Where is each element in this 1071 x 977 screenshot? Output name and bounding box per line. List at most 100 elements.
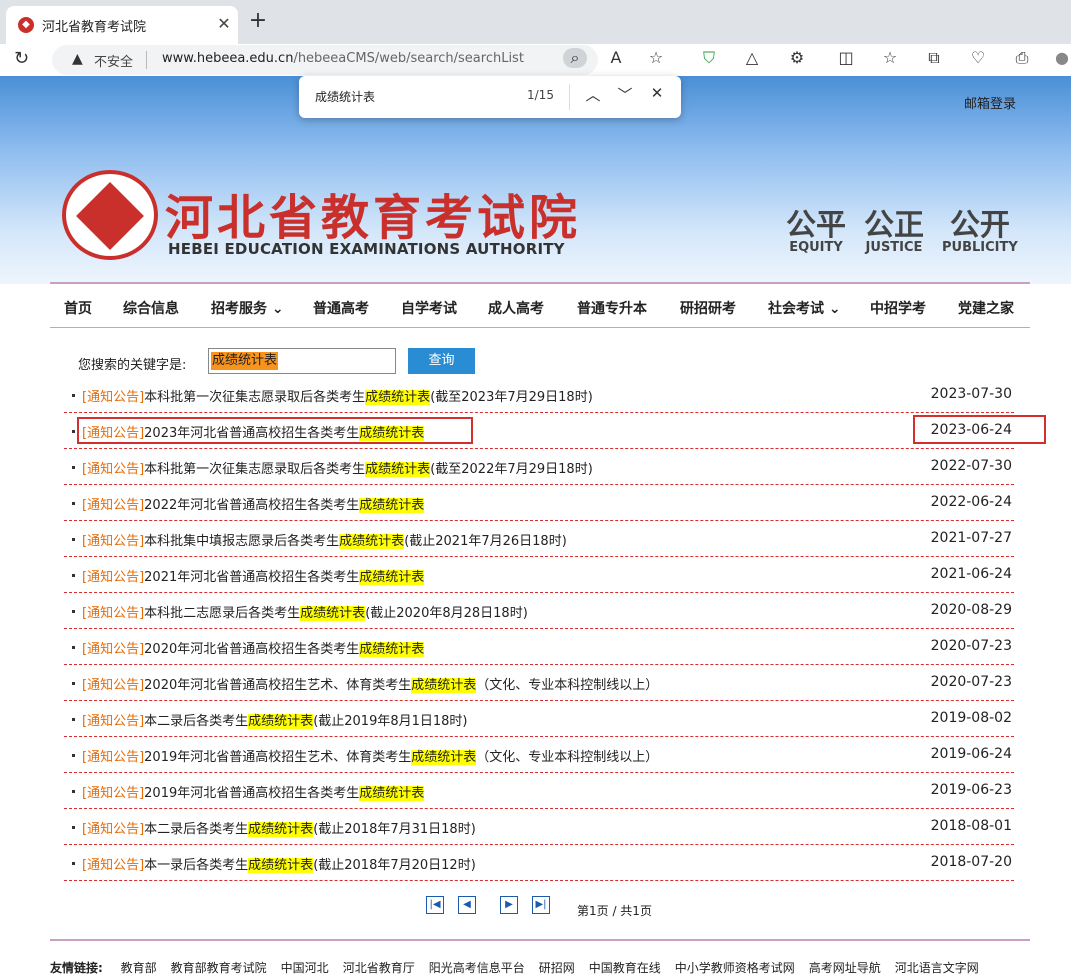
result-title-highlight: 成绩统计表 <box>359 786 425 801</box>
profile-avatar-icon[interactable]: ● <box>1050 48 1071 67</box>
shield-icon[interactable]: ⛉ <box>697 48 721 68</box>
nav-item-gaokao[interactable]: 普通高考 <box>313 298 369 318</box>
result-link[interactable]: [通知公告]2020年河北省普通高校招生艺术、体育类考生成绩统计表（文化、专业本… <box>82 674 658 693</box>
friend-link[interactable]: 河北语言文字网 <box>895 961 979 975</box>
result-link[interactable]: [通知公告]本二录后各类考生成绩统计表(截止2019年8月1日18时) <box>82 710 468 729</box>
reload-icon[interactable]: ↻ <box>14 48 29 69</box>
friend-link[interactable]: 教育部教育考试院 <box>171 961 267 975</box>
result-link[interactable]: [通知公告]本科批第一次征集志愿录取后各类考生成绩统计表(截至2023年7月29… <box>82 386 593 405</box>
result-row: [通知公告]本科批第一次征集志愿录取后各类考生成绩统计表(截至2023年7月29… <box>64 377 1014 413</box>
bullet <box>72 466 75 469</box>
nav-item-adult[interactable]: 成人高考 <box>488 298 544 318</box>
result-date: 2022-06-24 <box>930 494 1012 510</box>
result-date: 2019-06-24 <box>930 746 1012 762</box>
result-title-pre: 本科批二志愿录后各类考生 <box>144 606 301 621</box>
nav-item-upgrade[interactable]: 普通专升本 <box>577 298 647 318</box>
url-text[interactable]: www.hebeea.edu.cn/hebeeaCMS/web/search/s… <box>162 51 524 66</box>
result-row: [通知公告]本一录后各类考生成绩统计表(截止2018年7月20日12时) 2018… <box>64 845 1014 881</box>
motto-publicity: 公开 PUBLICITY <box>942 208 1018 255</box>
screenshot-icon[interactable]: ⎙ <box>1010 48 1034 68</box>
result-title-pre: 2020年河北省普通高校招生各类考生 <box>144 642 360 657</box>
nav-item-graduate[interactable]: 研招研考 <box>680 298 736 318</box>
new-tab-icon[interactable]: + <box>246 9 270 33</box>
nav-item-zhongkao[interactable]: 中招学考 <box>870 298 926 318</box>
insecure-label[interactable]: 不安全 <box>94 51 133 70</box>
result-row: [通知公告]2019年河北省普通高校招生艺术、体育类考生成绩统计表（文化、专业本… <box>64 737 1014 773</box>
address-bar[interactable]: ▲ 不安全 www.hebeea.edu.cn/hebeeaCMS/web/se… <box>52 45 598 75</box>
read-aloud-icon[interactable]: A <box>604 48 628 67</box>
result-link[interactable]: [通知公告]本科批二志愿录后各类考生成绩统计表(截止2020年8月28日18时) <box>82 602 528 621</box>
bullet <box>72 754 75 757</box>
close-icon[interactable]: ✕ <box>645 84 669 102</box>
friend-link[interactable]: 高考网址导航 <box>809 961 881 975</box>
result-link[interactable]: [通知公告]本科批第一次征集志愿录取后各类考生成绩统计表(截至2022年7月29… <box>82 458 593 477</box>
find-query-input[interactable]: 成绩统计表 <box>315 88 375 105</box>
result-date: 2022-07-30 <box>930 458 1012 474</box>
chevron-up-icon[interactable]: ︿ <box>581 84 605 105</box>
browser-tab[interactable]: ◆ 河北省教育考试院 ✕ <box>6 6 238 44</box>
result-link[interactable]: [通知公告]2021年河北省普通高校招生各类考生成绩统计表 <box>82 566 425 585</box>
friend-link[interactable]: 中国教育在线 <box>589 961 661 975</box>
result-link[interactable]: [通知公告]2020年河北省普通高校招生各类考生成绩统计表 <box>82 638 425 657</box>
result-date: 2023-07-30 <box>930 386 1012 402</box>
first-page-icon[interactable]: |◀ <box>426 896 444 914</box>
annotation-box-title <box>77 417 473 444</box>
result-tag: [通知公告] <box>82 678 145 693</box>
friend-link[interactable]: 教育部 <box>121 961 157 975</box>
chevron-down-icon[interactable]: ﹀ <box>613 84 637 105</box>
authority-seal-logo <box>62 170 158 260</box>
search-button[interactable]: 查询 <box>408 348 475 374</box>
result-link[interactable]: [通知公告]本科批集中填报志愿录后各类考生成绩统计表(截止2021年7月26日1… <box>82 530 567 549</box>
nav-item-general[interactable]: 综合信息 <box>123 298 179 318</box>
result-row: [通知公告]本二录后各类考生成绩统计表(截止2019年8月1日18时) 2019-… <box>64 701 1014 737</box>
result-title-pre: 本科批第一次征集志愿录取后各类考生 <box>144 462 366 477</box>
result-tag: [通知公告] <box>82 498 145 513</box>
result-title-pre: 本二录后各类考生 <box>144 714 249 729</box>
mail-login-link[interactable]: 邮箱登录 <box>964 93 1016 112</box>
result-date: 2020-08-29 <box>930 602 1012 618</box>
nav-item-admission[interactable]: 招考服务 ⌄ <box>211 298 284 318</box>
result-link[interactable]: [通知公告]2019年河北省普通高校招生各类考生成绩统计表 <box>82 782 425 801</box>
split-screen-icon[interactable]: ◫ <box>834 48 858 67</box>
collections-icon[interactable]: ⧉ <box>922 48 946 68</box>
result-title-highlight: 成绩统计表 <box>300 606 366 621</box>
last-page-icon[interactable]: ▶| <box>532 896 550 914</box>
result-title-highlight: 成绩统计表 <box>359 570 425 585</box>
tab-title: 河北省教育考试院 <box>42 20 147 35</box>
favorite-star-icon[interactable]: ☆ <box>644 48 668 67</box>
friend-link[interactable]: 研招网 <box>539 961 575 975</box>
find-page-icon[interactable]: ⌕ <box>563 48 587 68</box>
next-page-icon[interactable]: ▶ <box>500 896 518 914</box>
result-link[interactable]: [通知公告]本一录后各类考生成绩统计表(截止2018年7月20日12时) <box>82 854 476 873</box>
bullet <box>72 574 75 577</box>
bullet <box>72 502 75 505</box>
nav-item-social[interactable]: 社会考试 ⌄ <box>768 298 841 318</box>
find-match-count: 1/15 <box>527 88 554 102</box>
nav-item-home[interactable]: 首页 <box>64 298 92 318</box>
nav-item-self-study[interactable]: 自学考试 <box>401 298 457 318</box>
nav-item-party[interactable]: 党建之家 <box>958 298 1014 318</box>
performance-icon[interactable]: ♡ <box>966 48 990 67</box>
extensions-icon[interactable]: ⚙ <box>785 48 809 67</box>
close-icon[interactable]: ✕ <box>214 14 234 33</box>
friend-link[interactable]: 河北省教育厅 <box>343 961 415 975</box>
result-date: 2021-06-24 <box>930 566 1012 582</box>
friend-link[interactable]: 阳光高考信息平台 <box>429 961 525 975</box>
result-link[interactable]: [通知公告]2019年河北省普通高校招生艺术、体育类考生成绩统计表（文化、专业本… <box>82 746 658 765</box>
bullet <box>72 862 75 865</box>
result-title-pre: 2019年河北省普通高校招生艺术、体育类考生 <box>144 750 412 765</box>
result-link[interactable]: [通知公告]本二录后各类考生成绩统计表(截止2018年7月31日18时) <box>82 818 476 837</box>
result-tag: [通知公告] <box>82 606 145 621</box>
warning-icon[interactable]: ▲ <box>72 51 83 67</box>
result-link[interactable]: [通知公告]2022年河北省普通高校招生各类考生成绩统计表 <box>82 494 425 513</box>
friend-link[interactable]: 中小学教师资格考试网 <box>675 961 795 975</box>
favorites-icon[interactable]: ☆ <box>878 48 902 67</box>
prev-page-icon[interactable]: ◀ <box>458 896 476 914</box>
result-title-post: (截止2019年8月1日18时) <box>313 714 468 729</box>
divider <box>569 84 570 110</box>
result-title-pre: 2020年河北省普通高校招生艺术、体育类考生 <box>144 678 412 693</box>
edge-logo-icon[interactable]: △ <box>740 48 764 67</box>
results-list: [通知公告]本科批第一次征集志愿录取后各类考生成绩统计表(截至2023年7月29… <box>64 377 1014 881</box>
friend-link[interactable]: 中国河北 <box>281 961 329 975</box>
result-tag: [通知公告] <box>82 822 145 837</box>
